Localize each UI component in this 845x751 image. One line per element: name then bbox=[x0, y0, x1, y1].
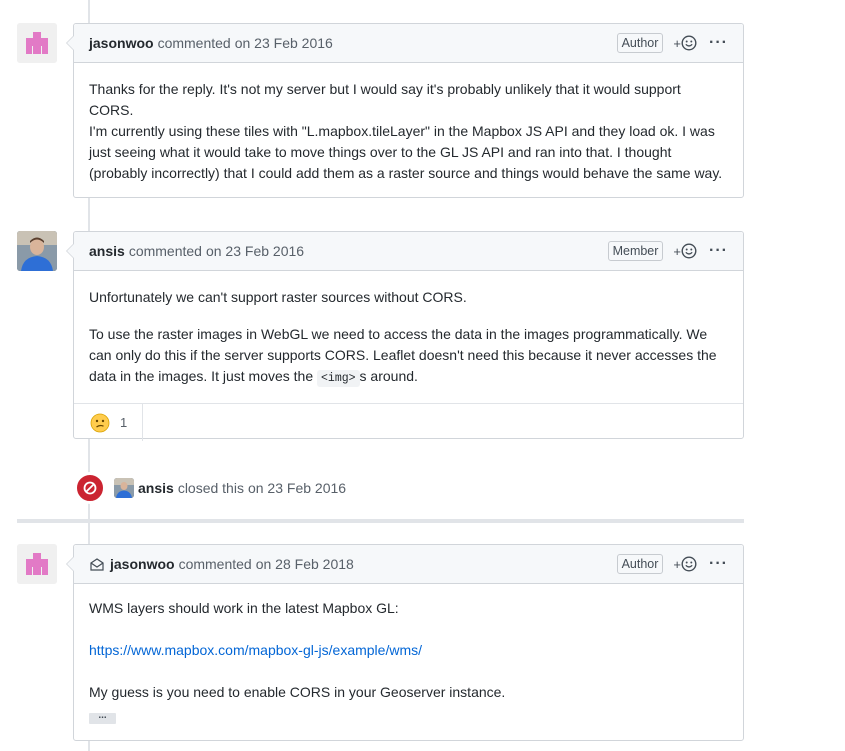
comment-header: jasonwoo commented on 23 Feb 2016 Author… bbox=[74, 24, 743, 63]
closed-event: ansis closed this on 23 Feb 2016 bbox=[75, 472, 346, 504]
comment-3: jasonwoo commented on 28 Feb 2018 Author… bbox=[66, 544, 744, 741]
comment-date[interactable]: on 23 Feb 2016 bbox=[235, 35, 333, 51]
comment-body: Unfortunately we can't support raster so… bbox=[74, 271, 743, 403]
kebab-horizontal-icon[interactable]: ··· bbox=[709, 242, 728, 260]
event-text: closed this bbox=[177, 480, 244, 496]
circle-slash-icon bbox=[75, 473, 105, 503]
kebab-horizontal-icon[interactable]: ··· bbox=[709, 34, 728, 52]
avatar-jasonwoo[interactable] bbox=[17, 544, 57, 584]
comment-2: ansis commented on 23 Feb 2016 Member + … bbox=[66, 231, 744, 441]
comment-header: ansis commented on 23 Feb 2016 Member + … bbox=[74, 232, 743, 271]
comment-action: commented bbox=[178, 556, 252, 572]
comment-paragraph: Thanks for the reply. It's not my server… bbox=[89, 81, 681, 118]
reactions-bar: 1 bbox=[74, 403, 743, 441]
comment-paragraph: I'm currently using these tiles with "L.… bbox=[89, 123, 723, 181]
avatar-ansis[interactable] bbox=[17, 231, 57, 271]
comment-date[interactable]: on 28 Feb 2018 bbox=[256, 556, 354, 572]
smiley-icon bbox=[681, 556, 697, 572]
comment-paragraph: To use the raster images in WebGL we nee… bbox=[89, 324, 728, 389]
smiley-icon bbox=[681, 243, 697, 259]
user-photo-icon bbox=[114, 478, 134, 498]
timeline-separator bbox=[17, 519, 744, 523]
add-reaction-button[interactable]: + bbox=[673, 243, 697, 259]
kebab-horizontal-icon[interactable]: ··· bbox=[709, 555, 728, 573]
role-badge: Author bbox=[616, 33, 664, 53]
add-reaction-button[interactable]: + bbox=[673, 35, 697, 51]
comment-action: commented bbox=[128, 243, 202, 259]
comment-author[interactable]: jasonwoo bbox=[89, 35, 154, 51]
identicon-icon bbox=[17, 23, 57, 63]
hidden-text-expander[interactable]: ... bbox=[89, 711, 116, 724]
comment-body: WMS layers should work in the latest Map… bbox=[74, 584, 743, 739]
comment-author[interactable]: jasonwoo bbox=[110, 556, 175, 572]
add-reaction-button[interactable]: + bbox=[673, 556, 697, 572]
comment-action: commented bbox=[157, 35, 231, 51]
comment-author[interactable]: ansis bbox=[89, 243, 125, 259]
smiley-icon bbox=[681, 35, 697, 51]
comment-date[interactable]: on 23 Feb 2016 bbox=[206, 243, 304, 259]
mail-icon bbox=[90, 558, 104, 571]
paragraph-text: s around. bbox=[359, 368, 418, 384]
comment-paragraph: My guess is you need to enable CORS in y… bbox=[89, 684, 506, 700]
comment-1: jasonwoo commented on 23 Feb 2016 Author… bbox=[66, 23, 744, 199]
reaction-count: 1 bbox=[120, 415, 128, 430]
identicon-icon bbox=[17, 544, 57, 584]
comment-header: jasonwoo commented on 28 Feb 2018 Author… bbox=[74, 545, 743, 584]
event-actor[interactable]: ansis bbox=[138, 480, 174, 496]
role-badge: Author bbox=[616, 554, 664, 574]
comment-paragraph: WMS layers should work in the latest Map… bbox=[89, 600, 399, 616]
event-date[interactable]: on 23 Feb 2016 bbox=[248, 480, 346, 496]
comment-body: Thanks for the reply. It's not my server… bbox=[74, 63, 743, 199]
confused-face-icon bbox=[90, 413, 110, 432]
wms-example-link[interactable]: https://www.mapbox.com/mapbox-gl-js/exam… bbox=[89, 642, 422, 658]
inline-code: <img> bbox=[317, 370, 360, 387]
event-avatar[interactable] bbox=[114, 478, 134, 498]
user-photo-icon bbox=[17, 231, 57, 271]
role-badge: Member bbox=[607, 241, 664, 261]
comment-paragraph: Unfortunately we can't support raster so… bbox=[89, 289, 467, 305]
reaction-confused[interactable]: 1 bbox=[74, 404, 143, 441]
avatar-jasonwoo[interactable] bbox=[17, 23, 57, 63]
